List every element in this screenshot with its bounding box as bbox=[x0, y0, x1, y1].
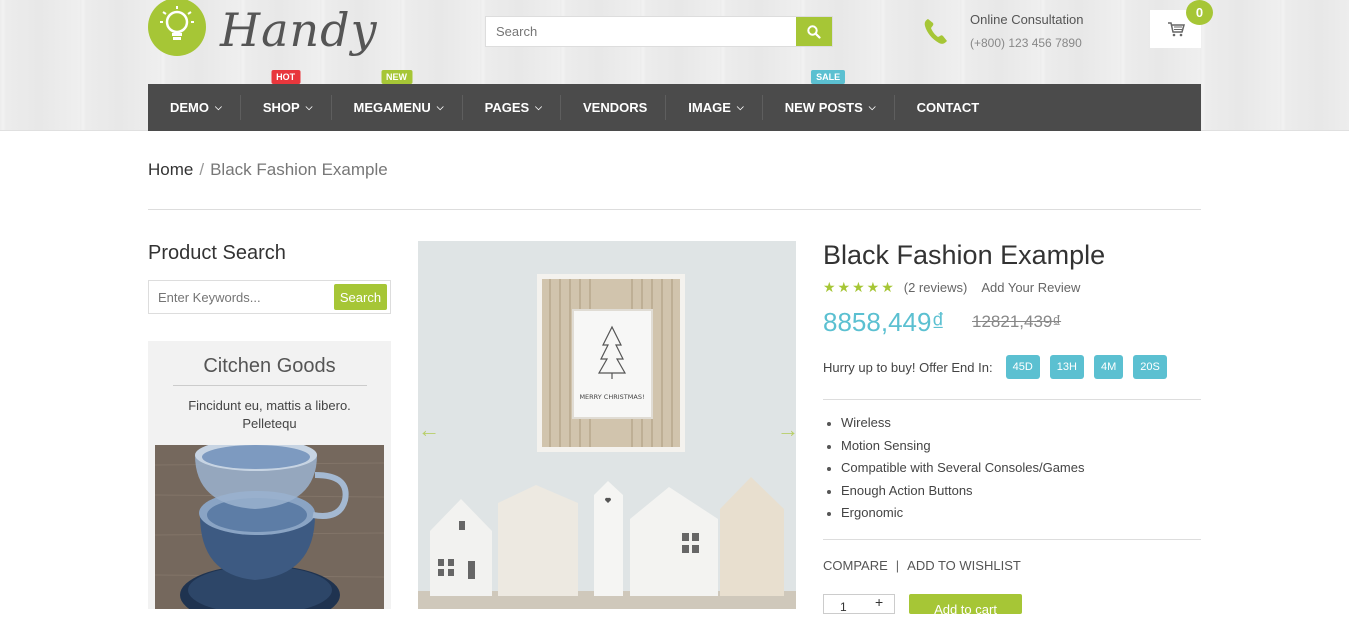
chevron-down-icon: ⌵ bbox=[305, 102, 313, 112]
keyword-input[interactable] bbox=[149, 289, 334, 305]
search-input[interactable] bbox=[486, 17, 796, 46]
add-to-cart-button[interactable]: Add to cart bbox=[909, 594, 1022, 617]
promo-title: Citchen Goods bbox=[203, 355, 336, 377]
timer-minutes: 4M bbox=[1093, 355, 1124, 379]
breadcrumb: Home / Black Fashion Example bbox=[148, 160, 388, 180]
timer-days: 45D bbox=[1005, 355, 1040, 379]
christmas-card-text: MERRY CHRISTMAS! bbox=[579, 393, 644, 401]
chevron-down-icon: ⌵ bbox=[215, 102, 222, 112]
nav-item-contact[interactable]: CONTACT bbox=[895, 84, 998, 131]
nav-label: NEW POSTS bbox=[784, 100, 863, 115]
product-search-title: Product Search bbox=[148, 242, 286, 264]
nav-label: IMAGE bbox=[688, 100, 731, 115]
feature-item: Wireless bbox=[823, 412, 1085, 435]
original-price: 12821,439₫ bbox=[972, 312, 1062, 331]
breadcrumb-current: Black Fashion Example bbox=[210, 160, 388, 179]
site-header: Handy Online Consultation (+800) 123 456… bbox=[0, 0, 1349, 131]
quantity-input[interactable]: 1 bbox=[823, 594, 895, 614]
offer-countdown: Hurry up to buy! Offer End In: 45D 13H 4… bbox=[823, 355, 1167, 379]
chevron-down-icon: ⌵ bbox=[436, 102, 444, 112]
breadcrumb-home-link[interactable]: Home bbox=[148, 160, 193, 179]
nav-item-shop[interactable]: HOT SHOP ⌵ bbox=[241, 70, 331, 131]
quantity-plus-button[interactable]: + bbox=[875, 594, 883, 610]
nav-item-pages[interactable]: PAGES ⌵ bbox=[463, 84, 560, 131]
feature-item: Motion Sensing bbox=[823, 435, 1085, 458]
product-image[interactable]: MERRY CHRISTMAS! bbox=[418, 241, 796, 609]
phone-icon bbox=[924, 19, 947, 44]
nav-item-vendors[interactable]: VENDORS bbox=[561, 84, 665, 131]
nav-label: CONTACT bbox=[916, 100, 980, 115]
quantity-value: 1 bbox=[840, 600, 847, 614]
feature-item: Compatible with Several Consoles/Games bbox=[823, 457, 1085, 480]
divider bbox=[823, 399, 1201, 400]
sale-badge: SALE bbox=[811, 70, 846, 84]
promo-image bbox=[155, 445, 384, 609]
search-bar bbox=[485, 16, 833, 47]
review-count[interactable]: (2 reviews) bbox=[904, 280, 968, 295]
prev-arrow-icon[interactable]: ← bbox=[418, 417, 440, 443]
promo-text: Fincidunt eu, mattis a libero. Pelletequ bbox=[188, 398, 351, 431]
offer-label: Hurry up to buy! Offer End In: bbox=[823, 359, 993, 375]
promo-banner[interactable]: Citchen Goods Fincidunt eu, mattis a lib… bbox=[148, 341, 391, 609]
action-separator: | bbox=[895, 558, 900, 573]
consultation-phone: (+800) 123 456 7890 bbox=[970, 36, 1082, 50]
feature-item: Enough Action Buttons bbox=[823, 480, 1085, 503]
search-icon bbox=[807, 24, 821, 39]
star-rating-icon: ★★★★★ bbox=[823, 279, 896, 295]
nav-label: SHOP bbox=[262, 100, 300, 115]
online-consultation: Online Consultation (+800) 123 456 7890 bbox=[922, 10, 1083, 50]
chevron-down-icon: ⌵ bbox=[736, 102, 744, 112]
hot-badge: HOT bbox=[271, 70, 301, 84]
next-arrow-icon[interactable]: → bbox=[777, 417, 799, 443]
chevron-down-icon: ⌵ bbox=[868, 102, 876, 112]
product-title: Black Fashion Example bbox=[823, 240, 1106, 270]
add-to-wishlist-link[interactable]: ADD TO WISHLIST bbox=[907, 558, 1021, 573]
product-search-form: Search bbox=[148, 280, 391, 314]
compare-link[interactable]: COMPARE bbox=[823, 558, 888, 573]
brand-name: Handy bbox=[220, 3, 378, 57]
add-review-link[interactable]: Add Your Review bbox=[981, 280, 1080, 295]
nav-label: MEGAMENU bbox=[353, 100, 431, 115]
logo[interactable]: Handy bbox=[148, 0, 378, 58]
nav-label: DEMO bbox=[170, 100, 209, 115]
consultation-title: Online Consultation bbox=[970, 12, 1084, 27]
product-rating: ★★★★★ (2 reviews) Add Your Review bbox=[823, 279, 1080, 296]
lightbulb-icon bbox=[148, 0, 206, 56]
timer-seconds: 20S bbox=[1133, 355, 1167, 379]
breadcrumb-separator: / bbox=[199, 160, 205, 179]
chevron-down-icon: ⌵ bbox=[535, 102, 542, 112]
divider bbox=[148, 209, 1201, 210]
cart-count-badge: 0 bbox=[1186, 0, 1213, 25]
nav-label: PAGES bbox=[484, 100, 530, 115]
main-nav: DEMO ⌵ HOT SHOP ⌵ NEW MEGAMENU ⌵ PAGES ⌵ VEN… bbox=[148, 70, 1201, 131]
promo-divider bbox=[172, 385, 367, 386]
search-button[interactable] bbox=[796, 17, 832, 46]
cart-icon bbox=[1167, 22, 1185, 37]
nav-item-image[interactable]: IMAGE ⌵ bbox=[666, 84, 761, 131]
new-badge: NEW bbox=[381, 70, 413, 84]
feature-item: Ergonomic bbox=[823, 502, 1085, 525]
sale-price: 8858,449₫ bbox=[823, 307, 945, 337]
nav-item-new-posts[interactable]: SALE NEW POSTS ⌵ bbox=[763, 70, 894, 131]
timer-hours: 13H bbox=[1049, 355, 1084, 379]
product-search-button[interactable]: Search bbox=[334, 284, 387, 310]
nav-item-demo[interactable]: DEMO ⌵ bbox=[148, 84, 240, 131]
feature-list: Wireless Motion Sensing Compatible with … bbox=[823, 412, 1085, 525]
nav-item-megamenu[interactable]: NEW MEGAMENU ⌵ bbox=[332, 70, 462, 131]
nav-label: VENDORS bbox=[583, 100, 648, 115]
divider bbox=[823, 539, 1201, 540]
product-actions: COMPARE | ADD TO WISHLIST bbox=[823, 558, 1021, 573]
